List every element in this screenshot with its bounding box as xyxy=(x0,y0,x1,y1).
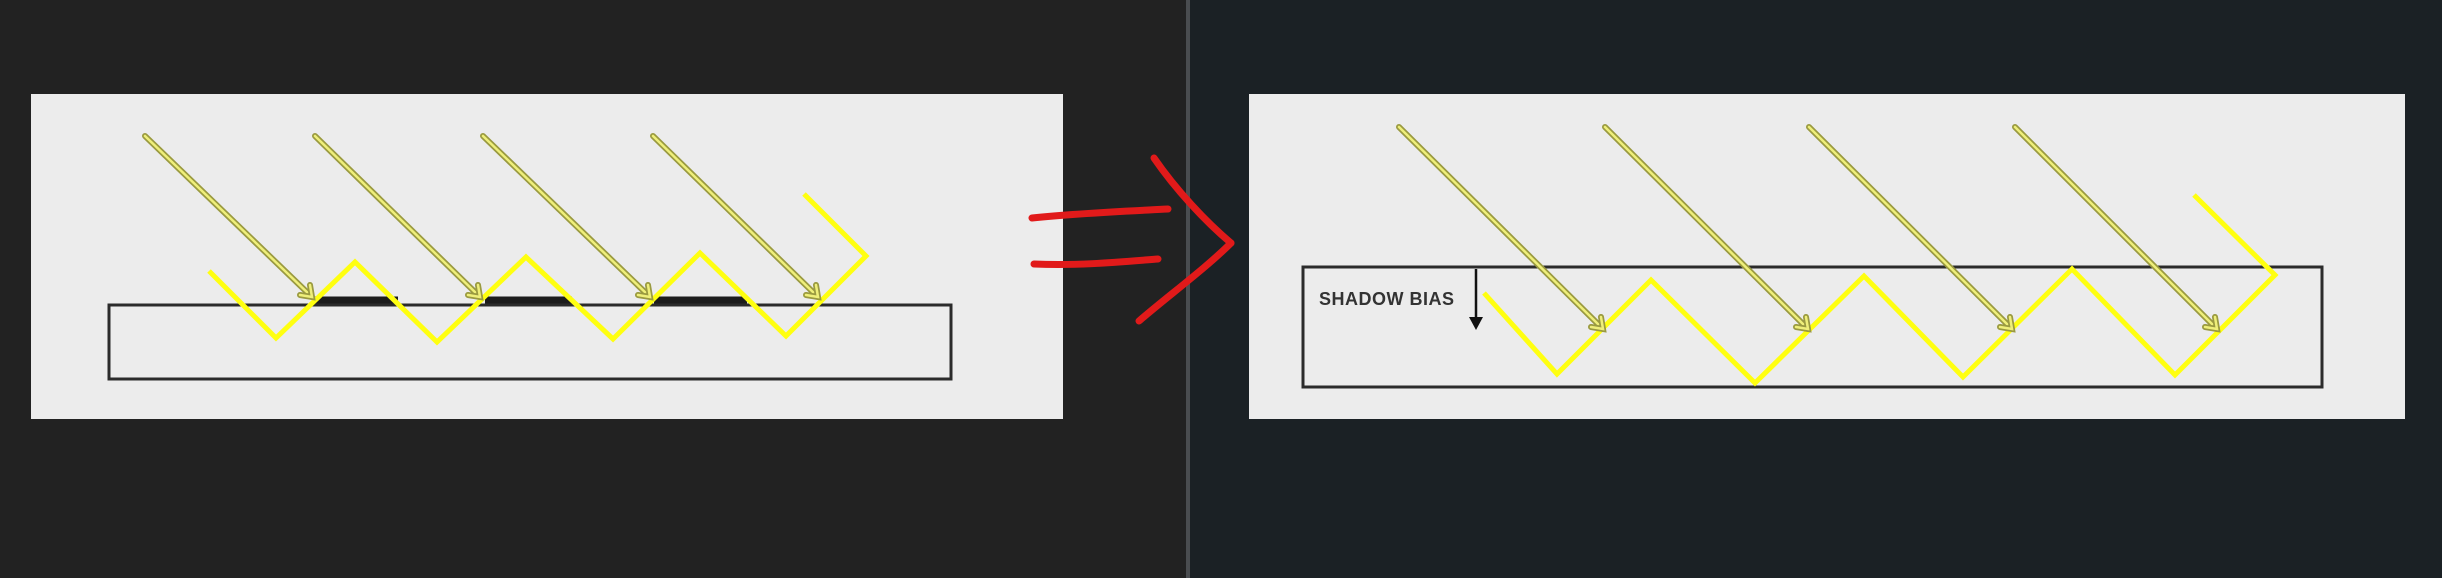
comparison-canvas: SHADOW BIAS xyxy=(0,0,2442,578)
diagram-before xyxy=(31,94,1063,419)
diagram-after: SHADOW BIAS xyxy=(1249,94,2405,419)
diagram-before-panel xyxy=(31,94,1063,419)
shadow-bias-label: SHADOW BIAS xyxy=(1319,289,1455,309)
diagram-svg: SHADOW BIAS xyxy=(31,94,2405,419)
